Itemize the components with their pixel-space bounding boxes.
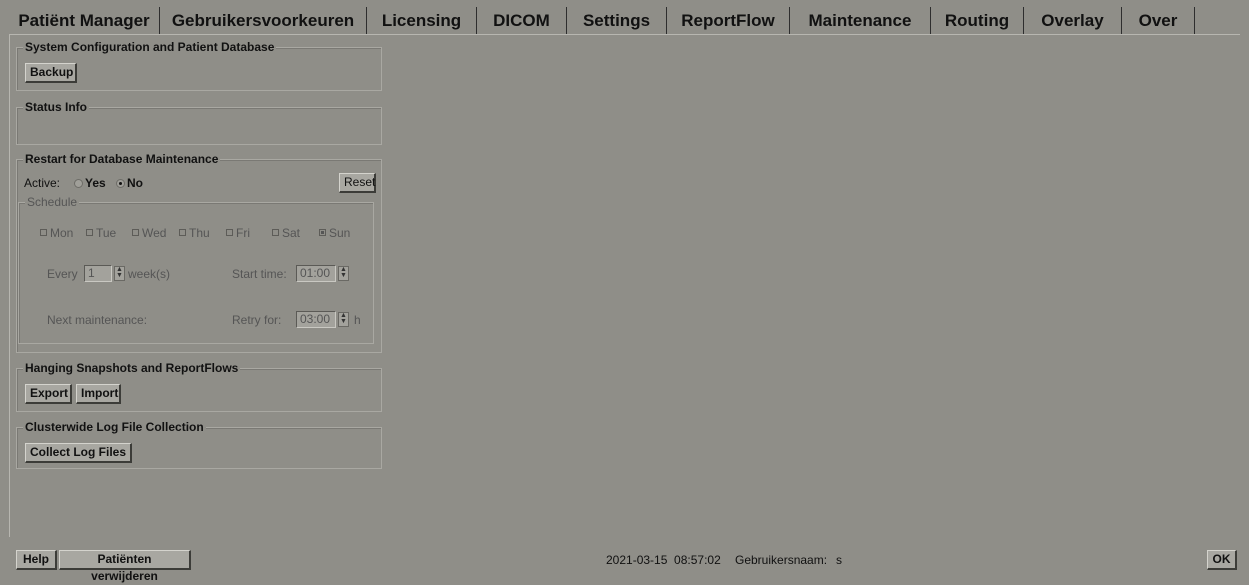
tab-licensing[interactable]: Licensing: [367, 7, 477, 35]
collect-log-files-button[interactable]: Collect Log Files: [25, 443, 132, 463]
thu-checkbox[interactable]: [179, 229, 186, 236]
every-weeks-spinner[interactable]: ▲ ▼: [114, 266, 125, 281]
schedule-title: Schedule: [25, 195, 80, 209]
retry-for-spinner[interactable]: ▲ ▼: [338, 312, 349, 327]
tab-reportflow[interactable]: ReportFlow: [667, 7, 790, 35]
sat-checkbox[interactable]: [272, 229, 279, 236]
tab-patient-manager[interactable]: Patiënt Manager: [9, 7, 160, 35]
ok-button[interactable]: OK: [1207, 550, 1237, 570]
tab-over[interactable]: Over: [1122, 7, 1195, 35]
status-info-group: Status Info: [16, 100, 382, 145]
no-radio-label[interactable]: No: [127, 176, 143, 190]
fri-label: Fri: [236, 226, 250, 240]
import-button[interactable]: Import: [76, 384, 121, 404]
yes-radio[interactable]: [74, 179, 83, 188]
weeks-unit-label: week(s): [128, 267, 171, 281]
every-weeks-input[interactable]: 1: [84, 265, 112, 282]
username-label: Gebruikersnaam:: [735, 553, 828, 567]
wed-label: Wed: [142, 226, 167, 240]
backup-group-title: System Configuration and Patient Databas…: [23, 40, 277, 54]
tab-dicom[interactable]: DICOM: [477, 7, 567, 35]
yes-radio-label[interactable]: Yes: [85, 176, 106, 190]
retry-unit-label: h: [354, 313, 361, 327]
fri-checkbox[interactable]: [226, 229, 233, 236]
sun-checkbox[interactable]: [319, 229, 326, 236]
retry-for-label: Retry for:: [232, 313, 282, 327]
sun-label: Sun: [329, 226, 351, 240]
datetime-display: 2021-03-15 08:57:02: [606, 553, 721, 567]
thu-label: Thu: [189, 226, 210, 240]
tab-maintenance[interactable]: Maintenance: [790, 7, 931, 35]
mon-checkbox[interactable]: [40, 229, 47, 236]
every-label: Every: [47, 267, 78, 281]
day-fri[interactable]: Fri: [226, 226, 250, 240]
help-button[interactable]: Help: [16, 550, 57, 570]
status-bar: Help Patiënten verwijderen 2021-03-15 08…: [9, 541, 1239, 583]
start-time-input[interactable]: 01:00: [296, 265, 336, 282]
tab-overlay[interactable]: Overlay: [1024, 7, 1122, 35]
hanging-snapshots-title: Hanging Snapshots and ReportFlows: [23, 361, 241, 375]
tab-routing[interactable]: Routing: [931, 7, 1024, 35]
next-maintenance-label: Next maintenance:: [47, 313, 148, 327]
status-info-title: Status Info: [23, 100, 89, 114]
tab-bar: Patiënt Manager Gebruikersvoorkeuren Lic…: [9, 7, 1239, 35]
tue-checkbox[interactable]: [86, 229, 93, 236]
day-tue[interactable]: Tue: [86, 226, 116, 240]
backup-button[interactable]: Backup: [25, 63, 77, 83]
export-button[interactable]: Export: [25, 384, 72, 404]
sat-label: Sat: [282, 226, 301, 240]
delete-patients-button[interactable]: Patiënten verwijderen: [59, 550, 191, 583]
no-radio[interactable]: [116, 179, 125, 188]
start-time-spinner[interactable]: ▲ ▼: [338, 266, 349, 281]
retry-for-input[interactable]: 03:00: [296, 311, 336, 328]
tab-settings[interactable]: Settings: [567, 7, 667, 35]
tab-gebruikersvoorkeuren[interactable]: Gebruikersvoorkeuren: [160, 7, 367, 35]
restart-group-title: Restart for Database Maintenance: [23, 152, 221, 166]
day-sun[interactable]: Sun: [319, 226, 350, 240]
day-wed[interactable]: Wed: [132, 226, 166, 240]
day-thu[interactable]: Thu: [179, 226, 210, 240]
start-time-label: Start time:: [232, 267, 287, 281]
log-collection-title: Clusterwide Log File Collection: [23, 420, 206, 434]
mon-label: Mon: [50, 226, 74, 240]
reset-button[interactable]: Reset: [339, 173, 376, 193]
active-label: Active:: [24, 176, 61, 190]
wed-checkbox[interactable]: [132, 229, 139, 236]
username-value: s: [836, 553, 842, 567]
day-sat[interactable]: Sat: [272, 226, 300, 240]
tue-label: Tue: [96, 226, 117, 240]
day-mon[interactable]: Mon: [40, 226, 73, 240]
